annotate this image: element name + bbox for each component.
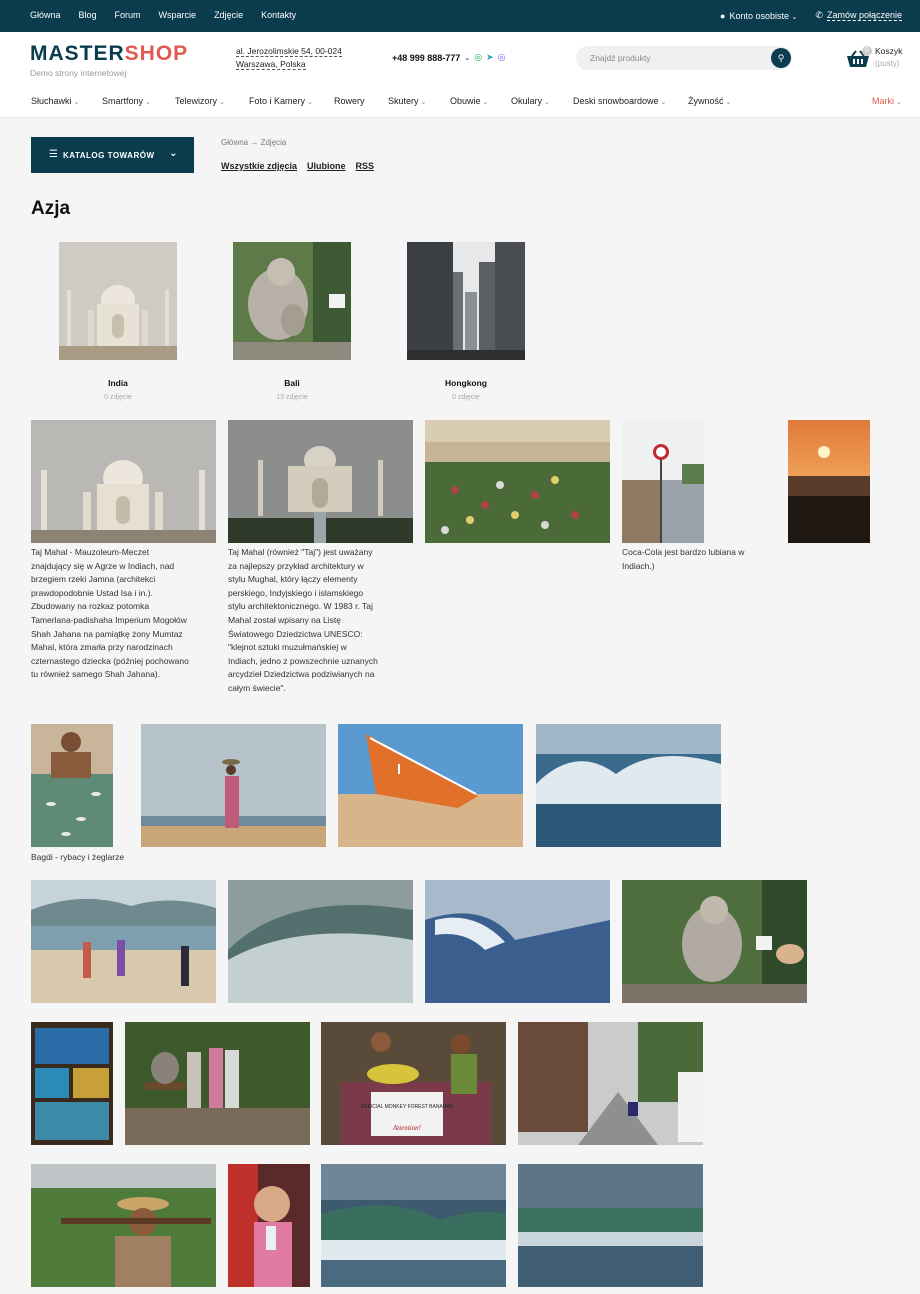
chevron-down-icon: ⌄ <box>896 99 902 106</box>
category-scooters[interactable]: Skutery ⌄ <box>388 96 426 106</box>
menu-icon: ☰ <box>49 149 59 160</box>
category-brands[interactable]: Marki ⌄ <box>872 96 902 106</box>
search-input[interactable]: Znajdź produkty <box>590 53 650 63</box>
photo-street[interactable] <box>518 1022 703 1145</box>
album-name[interactable]: Hongkong <box>407 378 525 388</box>
search-icon: ⚲ <box>777 53 785 63</box>
account-menu[interactable]: ● Konto osobiste ⌄ <box>720 11 797 21</box>
viber-icon[interactable]: ◎ <box>498 52 506 63</box>
category-glasses[interactable]: Okulary ⌄ <box>511 96 550 106</box>
top-nav-blog[interactable]: Blog <box>79 10 97 20</box>
chevron-down-icon: ⌄ <box>219 99 225 106</box>
chevron-down-icon: ⌄ <box>660 99 667 106</box>
photo-shop-paintings[interactable] <box>31 1022 113 1145</box>
category-snowboards[interactable]: Deski snowboardowe ⌄ <box>573 96 666 106</box>
page-title: Azja <box>31 198 71 219</box>
photo-farmer[interactable] <box>31 1164 216 1287</box>
logo-subtitle: Demo strony internetowej <box>30 68 127 78</box>
album-count: 0 zdjęcie <box>452 394 480 401</box>
chevron-down-icon: ⌄ <box>725 99 732 106</box>
category-cameras[interactable]: Foto i Kamery ⌄ <box>249 96 313 106</box>
album-thumbnail[interactable] <box>233 242 351 360</box>
logo[interactable]: MASTERSHOP <box>30 42 188 66</box>
photo-wave-2[interactable] <box>228 880 413 1003</box>
telegram-icon[interactable]: ➤ <box>486 52 494 63</box>
photo-boat[interactable] <box>338 724 523 847</box>
photo-wave-5[interactable] <box>518 1164 703 1287</box>
photo-fisherman[interactable] <box>31 724 113 847</box>
top-bar: Główna Blog Forum Wsparcie Zdjęcie Konta… <box>0 0 920 32</box>
category-food[interactable]: Żywność ⌄ <box>688 96 731 106</box>
top-nav-support[interactable]: Wsparcie <box>159 10 197 20</box>
chevron-down-icon: ⌄ <box>420 99 427 106</box>
top-nav-photos[interactable]: Zdjęcie <box>214 10 243 20</box>
cart-count-badge: 0 <box>862 46 872 56</box>
album-thumbnail[interactable] <box>407 242 525 360</box>
chevron-down-icon: ⌄ <box>482 99 489 106</box>
photo-woman-beach[interactable] <box>141 724 326 847</box>
photo-wave-3[interactable] <box>425 880 610 1003</box>
photo-taj-mahal-2[interactable] <box>228 420 413 543</box>
breadcrumb: Główna → Zdjęcia <box>221 138 286 147</box>
photo-monkey[interactable] <box>622 880 807 1003</box>
top-nav: Główna Blog Forum Wsparcie Zdjęcie Konta… <box>30 10 296 20</box>
category-bikes[interactable]: Rowery <box>334 96 365 106</box>
category-headphones[interactable]: Słuchawki ⌄ <box>31 96 79 106</box>
arrow-right-icon: → <box>250 138 259 147</box>
breadcrumb-home[interactable]: Główna <box>221 138 248 147</box>
photo-sunset[interactable] <box>788 420 870 543</box>
album-count: 0 zdjęcie <box>104 394 132 401</box>
top-nav-contacts[interactable]: Kontakty <box>261 10 296 20</box>
photo-wave-1[interactable] <box>536 724 721 847</box>
whatsapp-icon[interactable]: ◎ <box>474 52 482 63</box>
callback-link[interactable]: ✆ Zamów połączenie <box>815 10 902 21</box>
catalog-button[interactable]: ☰ KATALOG TOWARÓW ⌄ <box>31 137 194 173</box>
photo-caption: Taj Mahal - Mauzoleum-Meczet znajdujący … <box>31 547 189 680</box>
phone-icon: ✆ <box>815 10 823 20</box>
tab-favorites[interactable]: Ulubione <box>307 161 346 171</box>
breadcrumb-current: Zdjęcia <box>260 138 287 147</box>
album-count: 13 zdjęcie <box>276 394 308 401</box>
album-name[interactable]: Bali <box>233 378 351 388</box>
photo-crowd[interactable] <box>425 420 610 543</box>
chevron-down-icon: ⌄ <box>464 54 471 62</box>
category-smartphones[interactable]: Smartfony ⌄ <box>102 96 151 106</box>
photo-caption: Bagdi - rybacy i żeglarze <box>31 852 125 862</box>
photo-subtabs: Wszystkie zdjęcia Ulubione RSS <box>221 161 374 171</box>
search-button[interactable]: ⚲ <box>771 48 791 68</box>
site-header: MASTERSHOP Demo strony internetowej al. … <box>0 32 920 84</box>
album-thumbnail[interactable] <box>59 242 177 360</box>
photo-wave-4[interactable] <box>321 1164 506 1287</box>
photo-monkey-forest-path[interactable] <box>125 1022 310 1145</box>
photo-beach-walkers[interactable] <box>31 880 216 1003</box>
top-nav-home[interactable]: Główna <box>30 10 61 20</box>
photo-banana-vendors[interactable]: OFFICIAL MONKEY FOREST BANANAS Attention! <box>321 1022 506 1145</box>
cart-label: Koszyk <box>875 46 903 56</box>
photo-coca-cola[interactable] <box>622 420 704 543</box>
photo-child[interactable] <box>228 1164 310 1287</box>
album-name[interactable]: India <box>59 378 177 388</box>
category-nav: Słuchawki ⌄ Smartfony ⌄ Telewizory ⌄ Foto i… <box>0 84 920 118</box>
top-nav-forum[interactable]: Forum <box>115 10 141 20</box>
chevron-down-icon: ⌄ <box>544 99 550 106</box>
cart-status: (pusty) <box>875 59 900 68</box>
tab-rss[interactable]: RSS <box>356 161 375 171</box>
photo-taj-mahal-1[interactable] <box>31 420 216 543</box>
photo-caption: Taj Mahal (również "Taj") jest uważany z… <box>228 547 378 693</box>
store-address[interactable]: al. Jerozolimskie 54, 00-024 Warszawa, P… <box>236 45 342 71</box>
chevron-down-icon: ⌄ <box>145 99 151 106</box>
tab-all-photos[interactable]: Wszystkie zdjęcia <box>221 161 297 171</box>
chevron-down-icon: ⌄ <box>169 148 178 159</box>
chevron-down-icon: ⌄ <box>791 13 798 21</box>
chevron-down-icon: ⌄ <box>73 99 80 106</box>
chevron-down-icon: ⌄ <box>307 99 313 106</box>
search-bar: Znajdź produkty ⚲ <box>576 46 792 70</box>
category-shoes[interactable]: Obuwie ⌄ <box>450 96 488 106</box>
sign-text: OFFICIAL MONKEY FOREST BANANAS <box>361 1104 454 1110</box>
phone-number[interactable]: +48 999 888-777 ⌄ ◎ ➤ ◎ <box>392 52 505 63</box>
sign-attention: Attention! <box>392 1124 422 1132</box>
photo-caption: Coca-Cola jest bardzo lubiana w Indiach.… <box>622 547 745 571</box>
user-icon: ● <box>720 10 726 21</box>
category-tv[interactable]: Telewizory ⌄ <box>175 96 225 106</box>
